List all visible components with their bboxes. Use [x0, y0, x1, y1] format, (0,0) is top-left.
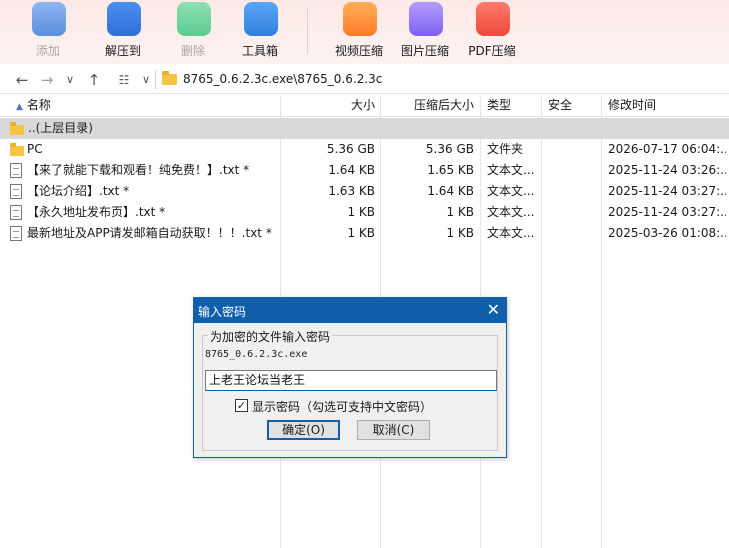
- file-type: 文本文...: [487, 226, 535, 240]
- file-size: 5.36 GB: [326, 142, 375, 156]
- toolbox-icon: [244, 2, 278, 36]
- file-name: 最新地址及APP请发邮箱自动获取！！！.txt *: [27, 226, 272, 240]
- show-password-checkbox[interactable]: ✓: [235, 399, 248, 412]
- file-size: 1.63 KB: [328, 184, 375, 198]
- list-item[interactable]: 【来了就能下载和观看！纯免费！】.txt * 1.64 KB 1.65 KB 文…: [0, 160, 729, 181]
- file-packed-size: 1.64 KB: [427, 184, 474, 198]
- column-packed-size[interactable]: 压缩后大小: [380, 95, 474, 117]
- add-button-label: 添加: [35, 44, 60, 58]
- list-item-parent-dir[interactable]: ..(上层目录): [0, 118, 729, 139]
- pdf-compress-button[interactable]: PDF压缩: [462, 0, 522, 64]
- file-modified: 2025-11-24 03:27:...: [608, 184, 726, 198]
- pdf-compress-label: PDF压缩: [468, 44, 516, 58]
- column-size[interactable]: 大小: [282, 95, 375, 117]
- file-name: 【永久地址发布页】.txt *: [27, 205, 166, 219]
- file-size: 1 KB: [347, 205, 375, 219]
- file-name: PC: [27, 142, 43, 156]
- image-compress-label: 图片压缩: [400, 44, 449, 58]
- image-icon: [409, 2, 443, 36]
- column-type[interactable]: 类型: [487, 95, 511, 117]
- video-compress-button[interactable]: 视频压缩: [329, 0, 389, 64]
- view-chevron-icon[interactable]: ∨: [136, 69, 156, 91]
- extract-to-button[interactable]: 解压到: [93, 0, 153, 64]
- file-modified: 2025-03-26 01:08:...: [608, 226, 726, 240]
- file-type: 文本文...: [487, 184, 535, 198]
- show-password-label[interactable]: 显示密码（勾选可支持中文密码）: [252, 398, 432, 415]
- sort-ascending-icon: ▲: [16, 102, 23, 112]
- add-button[interactable]: 添加: [18, 0, 78, 64]
- column-name[interactable]: ▲ 名称: [16, 95, 51, 117]
- dialog-titlebar[interactable]: 输入密码 ✕: [194, 298, 506, 323]
- toolbar-divider: [307, 8, 308, 54]
- file-packed-size: 1 KB: [446, 205, 474, 219]
- password-input[interactable]: 上老王论坛当老王: [205, 370, 497, 391]
- file-modified: 2025-11-24 03:26:...: [608, 163, 726, 177]
- file-name: ..(上层目录): [28, 121, 93, 135]
- list-item[interactable]: 最新地址及APP请发邮箱自动获取！！！.txt * 1 KB 1 KB 文本文.…: [0, 223, 729, 244]
- close-icon[interactable]: ✕: [487, 300, 500, 320]
- back-arrow-icon[interactable]: ←: [12, 69, 32, 91]
- text-file-icon: [10, 226, 22, 241]
- video-icon: [343, 2, 377, 36]
- column-name-label: 名称: [26, 98, 51, 112]
- file-modified: 2026-07-17 06:04:...: [608, 142, 726, 156]
- text-file-icon: [10, 184, 22, 199]
- add-archive-icon: [32, 2, 66, 36]
- extract-to-button-label: 解压到: [104, 44, 141, 58]
- history-chevron-icon[interactable]: ∨: [60, 69, 80, 91]
- column-modified[interactable]: 修改时间: [608, 95, 656, 117]
- view-list-icon[interactable]: ☷: [114, 69, 134, 91]
- recycle-icon: [177, 2, 211, 36]
- ok-button[interactable]: 确定(O): [267, 420, 340, 440]
- extract-archive-icon: [107, 2, 141, 36]
- image-compress-button[interactable]: 图片压缩: [395, 0, 455, 64]
- file-modified: 2025-11-24 03:27:...: [608, 205, 726, 219]
- file-size: 1.64 KB: [328, 163, 375, 177]
- folder-icon: [10, 143, 24, 156]
- text-file-icon: [10, 205, 22, 220]
- file-type: 文本文...: [487, 205, 535, 219]
- folder-icon: [162, 71, 177, 85]
- toolbox-button-label: 工具箱: [241, 44, 278, 58]
- file-packed-size: 5.36 GB: [425, 142, 474, 156]
- forward-arrow-icon[interactable]: →: [37, 69, 57, 91]
- password-dialog: 输入密码 ✕ 为加密的文件输入密码 8765_0.6.2.3c.exe 上老王论…: [193, 297, 507, 458]
- list-item[interactable]: 【永久地址发布页】.txt * 1 KB 1 KB 文本文... 2025-11…: [0, 202, 729, 223]
- address-path[interactable]: 8765_0.6.2.3c.exe\8765_0.6.2.3c: [183, 72, 382, 86]
- cancel-button[interactable]: 取消(C): [357, 420, 430, 440]
- group-label: 为加密的文件输入密码: [208, 328, 333, 345]
- address-bar: ← → ∨ ↑ ☷ ∨ 8765_0.6.2.3c.exe\8765_0.6.2…: [0, 66, 729, 94]
- column-security[interactable]: 安全: [548, 95, 572, 117]
- video-compress-label: 视频压缩: [334, 44, 383, 58]
- list-item[interactable]: 【论坛介绍】.txt * 1.63 KB 1.64 KB 文本文... 2025…: [0, 181, 729, 202]
- up-level-arrow-icon[interactable]: ↑: [84, 69, 104, 91]
- delete-button[interactable]: 删除: [163, 0, 223, 64]
- main-toolbar: 添加 解压到 删除 工具箱 视频压缩 图片压缩 PDF压缩: [0, 0, 729, 64]
- folder-icon: [10, 122, 24, 135]
- list-header: ▲ 名称 大小 压缩后大小 类型 安全 修改时间: [0, 95, 729, 117]
- list-item[interactable]: PC 5.36 GB 5.36 GB 文件夹 2026-07-17 06:04:…: [0, 139, 729, 160]
- dialog-title: 输入密码: [198, 305, 247, 319]
- file-type: 文本文...: [487, 163, 535, 177]
- file-name: 【来了就能下载和观看！纯免费！】.txt *: [27, 163, 250, 177]
- address-divider: [155, 70, 156, 90]
- text-file-icon: [10, 163, 22, 178]
- toolbox-button[interactable]: 工具箱: [230, 0, 290, 64]
- file-size: 1 KB: [347, 226, 375, 240]
- file-name: 【论坛介绍】.txt *: [27, 184, 130, 198]
- delete-button-label: 删除: [180, 44, 205, 58]
- file-packed-size: 1 KB: [446, 226, 474, 240]
- pdf-icon: [476, 2, 510, 36]
- file-type: 文件夹: [487, 142, 524, 156]
- file-packed-size: 1.65 KB: [427, 163, 474, 177]
- archive-filename: 8765_0.6.2.3c.exe: [205, 349, 308, 360]
